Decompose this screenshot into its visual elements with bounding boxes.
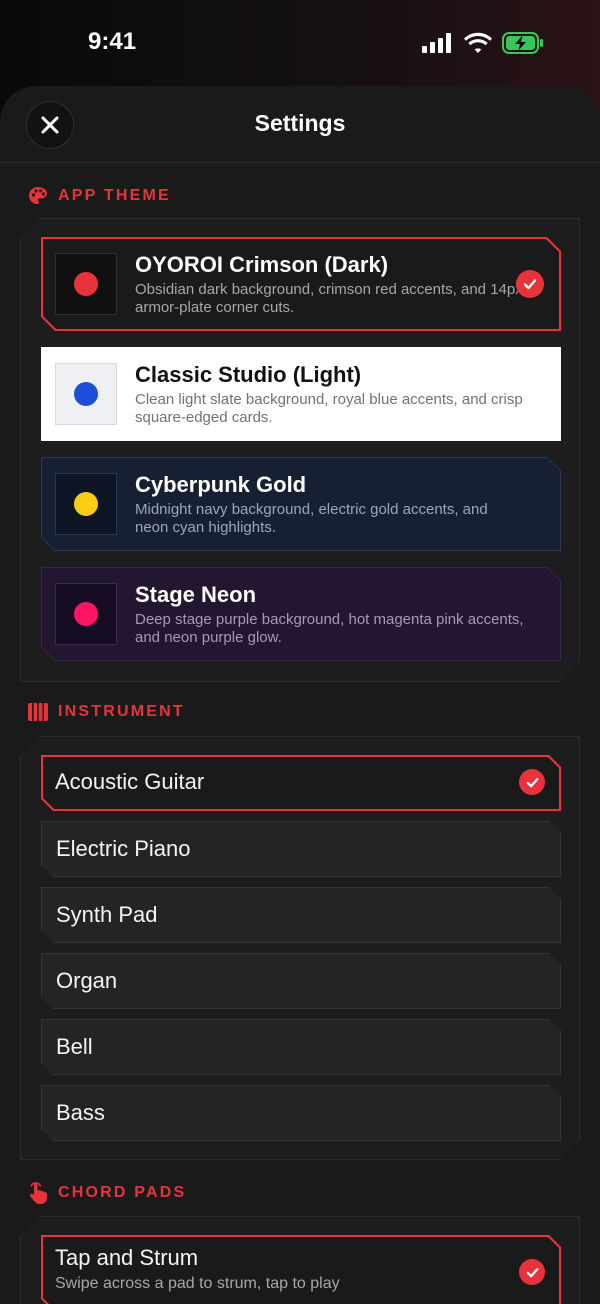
instrument-group: Acoustic Guitar Electric Piano Synth Pad…	[20, 736, 580, 1160]
selected-check-icon	[516, 270, 544, 298]
instrument-option-bass[interactable]: Bass	[41, 1085, 561, 1141]
wifi-icon	[464, 32, 492, 53]
theme-description: Clean light slate background, royal blue…	[135, 391, 523, 426]
instrument-option-acoustic-guitar[interactable]: Acoustic Guitar	[41, 755, 561, 811]
theme-name: OYOROI Crimson (Dark)	[135, 252, 389, 277]
selected-check-icon	[519, 769, 545, 795]
status-bar: 9:41	[0, 0, 600, 88]
instrument-option-electric-piano[interactable]: Electric Piano	[41, 821, 561, 877]
page-title: Settings	[254, 110, 346, 136]
instrument-option-bell[interactable]: Bell	[41, 1019, 561, 1075]
theme-option-oyoroi-crimson[interactable]: OYOROI Crimson (Dark) Obsidian dark back…	[41, 237, 561, 331]
cellular-signal-icon	[422, 33, 451, 53]
instrument-label: Bass	[56, 1100, 105, 1125]
theme-description: Obsidian dark background, crimson red ac…	[135, 281, 523, 316]
theme-option-stage-neon[interactable]: Stage Neon Deep stage purple background,…	[41, 567, 561, 661]
battery-charging-icon	[502, 32, 543, 54]
instrument-label: Acoustic Guitar	[55, 769, 205, 794]
theme-description: Deep stage purple background, hot magent…	[135, 611, 524, 646]
section-label-text: CHORD PADS	[58, 1184, 187, 1201]
instrument-label: Electric Piano	[56, 836, 191, 861]
instrument-label: Bell	[56, 1034, 93, 1059]
piano-keys-icon	[28, 703, 48, 721]
chord-pad-label: Tap and Strum	[55, 1245, 199, 1270]
tap-hand-icon	[30, 1182, 47, 1204]
theme-group: OYOROI Crimson (Dark) Obsidian dark back…	[20, 218, 580, 682]
selected-check-icon	[519, 1259, 545, 1285]
chord-pads-group: Tap and Strum Swipe across a pad to stru…	[20, 1216, 580, 1304]
section-label-text: INSTRUMENT	[58, 703, 185, 720]
instrument-label: Organ	[56, 968, 118, 993]
theme-option-classic-studio[interactable]: Classic Studio (Light) Clean light slate…	[41, 347, 561, 441]
instrument-option-organ[interactable]: Organ	[41, 953, 561, 1009]
theme-name: Classic Studio (Light)	[135, 362, 362, 387]
theme-name: Cyberpunk Gold	[135, 472, 307, 497]
settings-sheet: Settings APP THEME OYOROI Crimson (Dark)…	[0, 86, 600, 1304]
status-icons	[422, 32, 544, 54]
theme-option-cyberpunk-gold[interactable]: Cyberpunk Gold Midnight navy background,…	[41, 457, 561, 551]
theme-name: Stage Neon	[135, 582, 257, 607]
instrument-label: Synth Pad	[56, 902, 158, 927]
status-time: 9:41	[88, 28, 137, 55]
section-label-chord-pads: CHORD PADS	[28, 1182, 186, 1204]
section-label-app-theme: APP THEME	[28, 186, 171, 206]
palette-icon	[29, 187, 47, 204]
section-label-text: APP THEME	[58, 187, 171, 204]
section-label-instrument: INSTRUMENT	[28, 703, 185, 721]
theme-description: Midnight navy background, electric gold …	[135, 501, 488, 536]
instrument-option-synth-pad[interactable]: Synth Pad	[41, 887, 561, 943]
chord-pad-option-tap-and-strum[interactable]: Tap and Strum Swipe across a pad to stru…	[41, 1235, 561, 1304]
chord-pad-description: Swipe across a pad to strum, tap to play	[55, 1275, 340, 1292]
sheet-header: Settings	[0, 86, 600, 163]
